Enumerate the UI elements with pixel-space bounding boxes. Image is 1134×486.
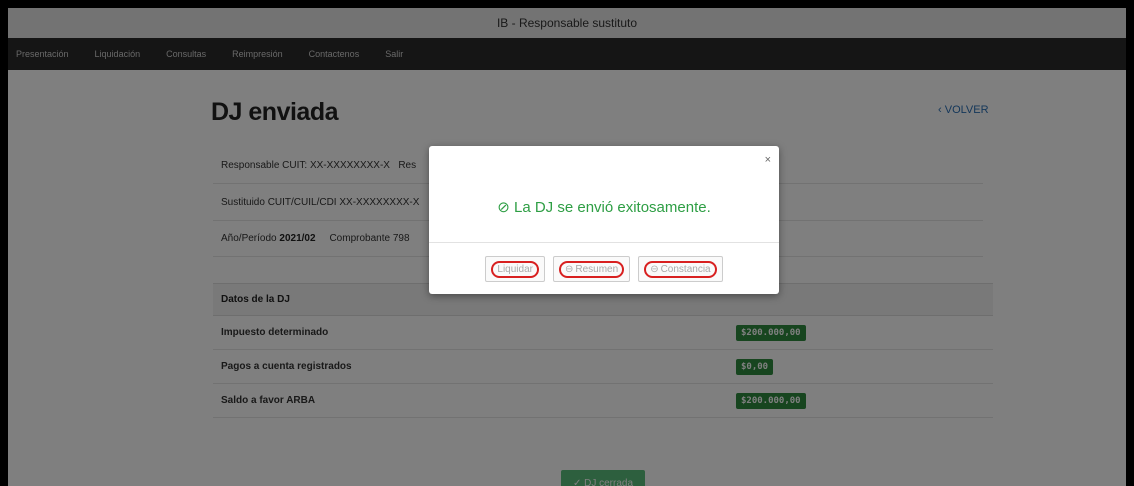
highlight-oval: ⊖ Resumen <box>558 260 625 278</box>
modal-actions: Liquidar ⊖ Resumen ⊖ Constancia <box>429 256 779 282</box>
success-modal: × ⊘ La DJ se envió exitosamente. Liquida… <box>429 146 779 294</box>
constancia-label: Constancia <box>660 263 711 275</box>
check-circle-icon: ⊘ <box>497 199 510 216</box>
liquidar-label: Liquidar <box>497 263 533 275</box>
liquidar-button[interactable]: Liquidar <box>485 256 545 282</box>
highlight-oval: Liquidar <box>491 260 539 278</box>
constancia-button[interactable]: ⊖ Constancia <box>638 256 723 282</box>
success-text: La DJ se envió exitosamente. <box>513 199 711 216</box>
highlight-oval: ⊖ Constancia <box>644 260 717 278</box>
resumen-label: Resumen <box>575 263 619 275</box>
print-icon: ⊖ <box>564 263 574 275</box>
success-message: ⊘ La DJ se envió exitosamente. <box>429 198 779 216</box>
print-icon: ⊖ <box>650 263 659 275</box>
modal-divider <box>429 242 779 243</box>
close-icon[interactable]: × <box>765 154 771 166</box>
browser-frame: IB - Responsable sustituto Presentación … <box>0 0 1134 486</box>
resumen-button[interactable]: ⊖ Resumen <box>552 256 631 282</box>
